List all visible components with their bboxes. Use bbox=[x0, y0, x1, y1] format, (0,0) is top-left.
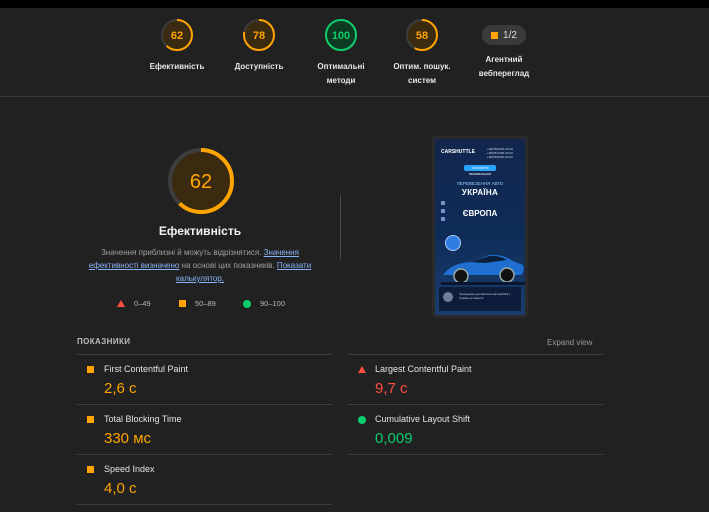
circle-icon bbox=[358, 416, 366, 424]
vertical-divider bbox=[340, 195, 341, 259]
square-icon bbox=[179, 300, 186, 307]
score-ring: 100 bbox=[325, 19, 357, 51]
performance-title: Ефективність bbox=[158, 224, 242, 238]
gauge-label: Агентний вебпереглад bbox=[478, 55, 530, 78]
category-summary: 62 Ефективність 78 Доступність 100 Оптим… bbox=[0, 8, 709, 97]
gauge-label: Ефективність bbox=[149, 62, 205, 71]
expand-view-toggle[interactable]: Expand view bbox=[547, 338, 592, 347]
svg-text:78: 78 bbox=[253, 30, 265, 42]
gauge-seo[interactable]: 58 Оптим. пошук. систем bbox=[377, 18, 467, 88]
gauge-label: Оптимальні методи bbox=[317, 62, 365, 85]
car-image bbox=[441, 254, 525, 285]
preview-heading-ukraine: УКРАЇНА bbox=[461, 188, 499, 197]
preview-heading-europe: ЄВРОПА bbox=[462, 209, 498, 218]
score-ring: 78 bbox=[243, 19, 275, 51]
divider bbox=[77, 504, 332, 505]
preview-button: ЗАМОВИТИ ПЕРЕВЕЗЕННЯ bbox=[464, 165, 496, 176]
performance-disclaimer: Значення приблизні й можуть відрізнятися… bbox=[88, 248, 312, 283]
pwa-badge: 1/2 bbox=[482, 25, 526, 45]
performance-score-gauge: 62 bbox=[168, 148, 234, 214]
gauge-performance[interactable]: 62 Ефективність bbox=[132, 18, 222, 74]
score-ring: 58 bbox=[406, 19, 438, 51]
performance-score: 62 bbox=[190, 171, 212, 193]
gauge-agentic-browsing[interactable]: 1/2 Агентний вебпереглад bbox=[459, 18, 549, 81]
triangle-icon bbox=[358, 366, 366, 373]
circle-icon bbox=[243, 299, 251, 308]
gauge-label: Оптим. пошук. систем bbox=[393, 62, 451, 85]
square-icon bbox=[491, 31, 499, 39]
final-screenshot[interactable]: CARSHUTTLE +38(050)000-00-00 +38(067)000… bbox=[432, 136, 528, 318]
avatar bbox=[443, 292, 453, 302]
triangle-icon bbox=[117, 300, 125, 307]
svg-text:62: 62 bbox=[171, 30, 183, 42]
score-legend: 0–49 50–89 90–100 bbox=[110, 299, 310, 309]
svg-text:100: 100 bbox=[332, 30, 350, 42]
square-icon bbox=[87, 366, 94, 373]
preview-logo: CARSHUTTLE bbox=[441, 149, 475, 155]
score-ring: 62 bbox=[161, 19, 193, 51]
gauge-accessibility[interactable]: 78 Доступність bbox=[214, 18, 304, 74]
divider bbox=[348, 454, 603, 455]
gauge-label: Доступність bbox=[234, 62, 284, 71]
legend-pass: 90–100 bbox=[243, 299, 285, 308]
square-icon bbox=[87, 416, 94, 423]
divider bbox=[348, 404, 603, 405]
legend-average: 50–89 bbox=[179, 299, 216, 308]
square-icon bbox=[87, 466, 94, 473]
divider bbox=[77, 354, 332, 355]
divider bbox=[348, 354, 603, 355]
social-icon bbox=[441, 201, 445, 205]
preview-footer: Проведення доставлення автомобілів з Укр… bbox=[439, 287, 521, 311]
divider bbox=[77, 404, 332, 405]
svg-text:58: 58 bbox=[416, 30, 428, 42]
preview-phones: +38(050)000-00-00 +38(067)000-00-00 +38(… bbox=[487, 147, 513, 159]
page-preview: CARSHUTTLE +38(050)000-00-00 +38(067)000… bbox=[435, 139, 525, 315]
legend-fail: 0–49 bbox=[117, 299, 151, 308]
top-strip bbox=[0, 0, 709, 8]
metrics-header: ПОКАЗНИКИ bbox=[77, 337, 131, 346]
divider bbox=[77, 454, 332, 455]
gauge-best-practices[interactable]: 100 Оптимальні методи bbox=[296, 18, 386, 88]
preview-heading-small: ПЕРЕВЕЗЕННЯ АВТО bbox=[456, 181, 504, 186]
